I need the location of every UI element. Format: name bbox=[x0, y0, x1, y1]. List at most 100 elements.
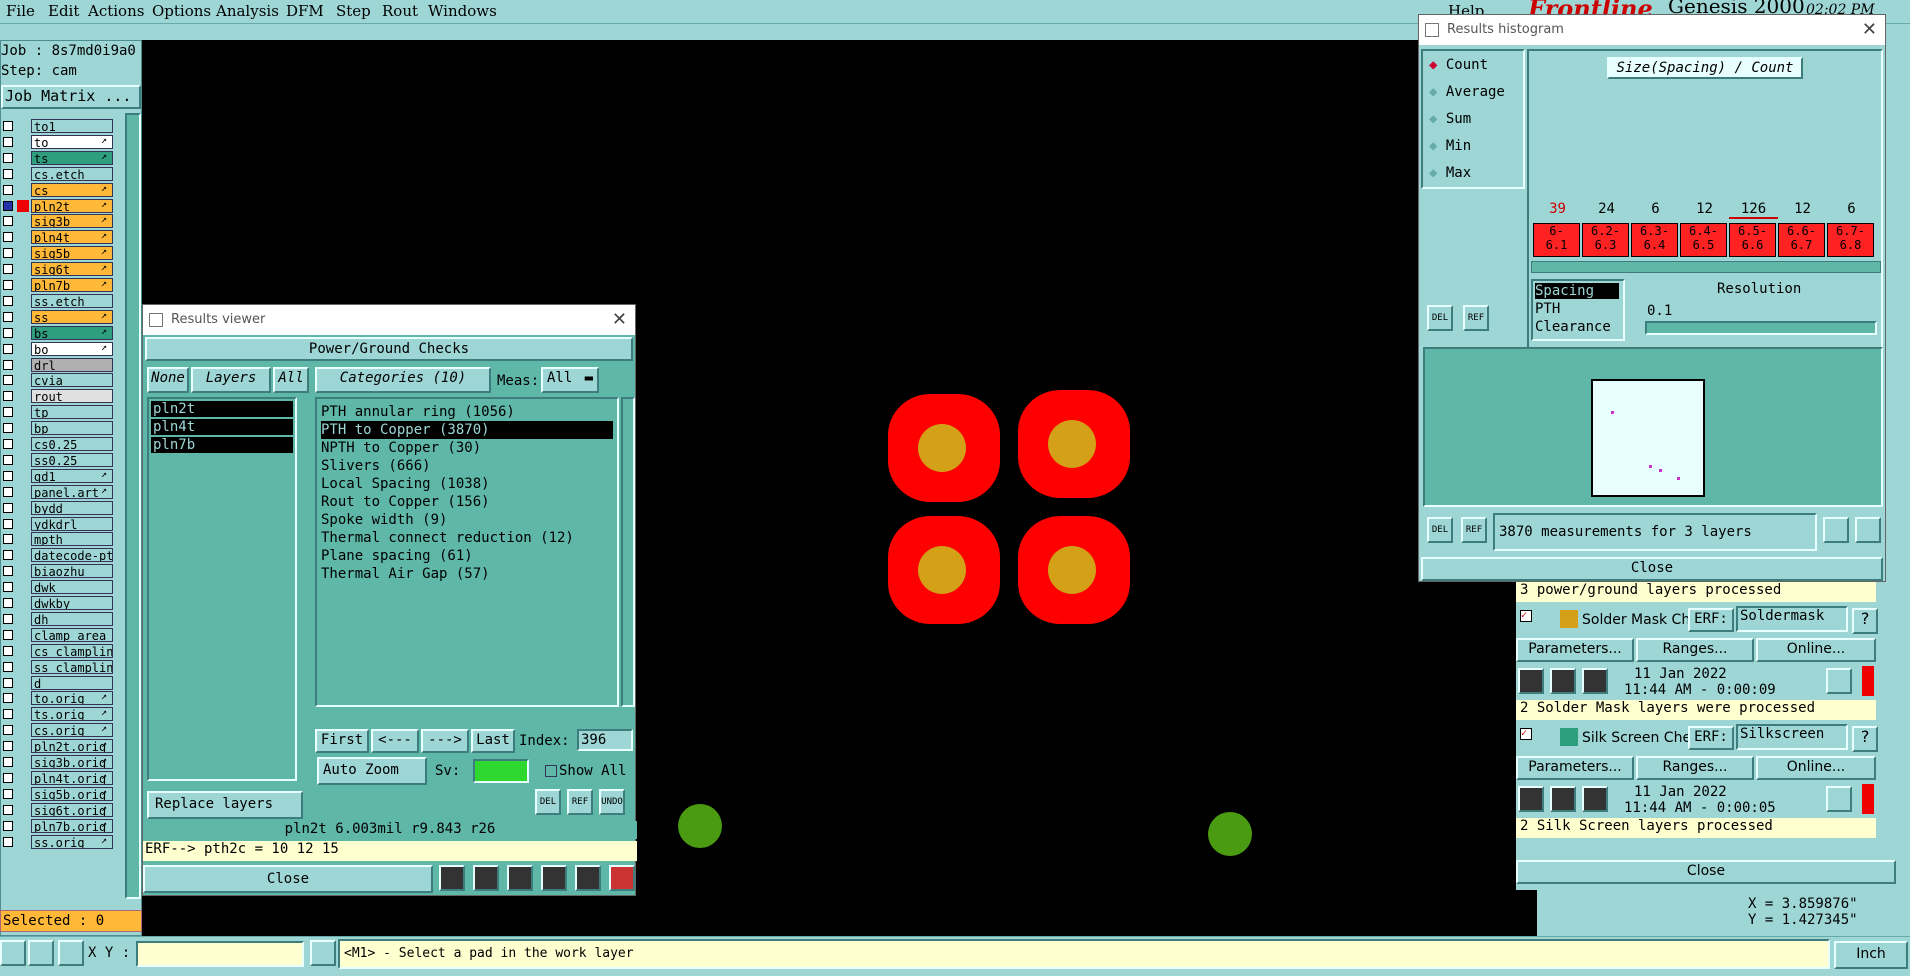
layer-checkbox[interactable] bbox=[3, 439, 13, 449]
menu-file[interactable]: File bbox=[6, 2, 35, 20]
layer-row[interactable]: rout bbox=[1, 389, 121, 404]
category-item[interactable]: Slivers (666) bbox=[321, 457, 431, 475]
prev-button[interactable]: <--- bbox=[371, 729, 419, 753]
category-item[interactable]: PTH to Copper (3870) bbox=[321, 421, 613, 439]
menu-dfm[interactable]: DFM bbox=[286, 2, 324, 20]
layer-checkbox[interactable] bbox=[3, 391, 13, 402]
layer-row[interactable]: cs.etch bbox=[1, 166, 121, 181]
solder-erf-button[interactable]: ERF: bbox=[1688, 608, 1734, 632]
layer-row[interactable]: sig3b.orig ↗ bbox=[1, 755, 121, 769]
layer-row[interactable]: cs ↗ bbox=[1, 182, 121, 197]
layer-row[interactable]: to ↗ bbox=[1, 134, 121, 149]
layer-row[interactable]: ss ↗ bbox=[1, 309, 121, 324]
run-icon[interactable] bbox=[1582, 786, 1608, 812]
layer-checkbox[interactable] bbox=[3, 629, 13, 640]
run-icon[interactable] bbox=[1582, 668, 1608, 694]
histogram-bin[interactable]: 6.6- 6.7 bbox=[1778, 223, 1825, 257]
layer-checkbox[interactable] bbox=[3, 661, 13, 672]
mode-radio[interactable]: ◆ Average bbox=[1429, 84, 1505, 100]
layer-checkbox[interactable] bbox=[3, 216, 13, 227]
category-item[interactable]: PTH annular ring (1056) bbox=[321, 403, 515, 421]
category-item[interactable]: Spoke width (9) bbox=[321, 511, 447, 529]
close-icon[interactable]: ✕ bbox=[1862, 15, 1877, 45]
layer-checkbox[interactable] bbox=[3, 327, 13, 338]
layer-checkbox[interactable] bbox=[3, 136, 13, 147]
ref-icon[interactable]: REF bbox=[1463, 305, 1489, 331]
layer-checkbox[interactable] bbox=[3, 502, 13, 513]
measure-type-item[interactable]: Clearance bbox=[1535, 319, 1611, 335]
mode-radio[interactable]: ◆ Max bbox=[1429, 165, 1471, 181]
layer-row[interactable]: sig3b ↗ bbox=[1, 214, 121, 229]
layer-row[interactable]: pln4t ↗ bbox=[1, 230, 121, 245]
histogram-bin[interactable]: 6- 6.1 bbox=[1533, 223, 1580, 257]
ref-icon[interactable]: REF bbox=[567, 789, 593, 815]
layer-row[interactable]: cs0.25 bbox=[1, 437, 121, 451]
layer-checkbox[interactable] bbox=[3, 343, 13, 354]
layer-name[interactable]: cs_clampline bbox=[31, 643, 113, 658]
layer-row[interactable]: panel.art ↗ bbox=[1, 484, 121, 499]
mode-radio[interactable]: ◆ Sum bbox=[1429, 111, 1471, 127]
layer-row[interactable]: dwk bbox=[1, 580, 121, 595]
result-layer-item[interactable]: pln2t bbox=[151, 401, 293, 417]
layer-row[interactable]: ss.orig ↗ bbox=[1, 834, 121, 849]
histogram-bin[interactable]: 6.7- 6.8 bbox=[1827, 223, 1874, 257]
layer-checkbox[interactable] bbox=[3, 534, 13, 545]
silk-ranges-button[interactable]: Ranges... bbox=[1636, 756, 1754, 780]
category-item[interactable]: Local Spacing (1038) bbox=[321, 475, 490, 493]
layer-checkbox[interactable] bbox=[3, 820, 13, 831]
categories-button[interactable]: Categories (10) bbox=[315, 367, 491, 393]
layer-name[interactable]: datecode-pte bbox=[31, 548, 113, 563]
layer-checkbox[interactable] bbox=[3, 804, 13, 815]
layer-name[interactable]: mpth bbox=[31, 532, 113, 547]
layer-checkbox[interactable] bbox=[3, 566, 13, 577]
histogram-bin[interactable]: 6.2- 6.3 bbox=[1582, 223, 1629, 257]
category-item[interactable]: NPTH to Copper (30) bbox=[321, 439, 481, 457]
layer-checkbox[interactable] bbox=[3, 470, 13, 481]
layer-row[interactable]: d bbox=[1, 675, 121, 690]
layer-row[interactable]: ss0.25 bbox=[1, 452, 121, 467]
layer-row[interactable]: ydkdrl bbox=[1, 516, 121, 531]
menu-options[interactable]: Options bbox=[152, 2, 211, 20]
histogram-close-button[interactable]: Close bbox=[1421, 557, 1883, 581]
layer-row[interactable]: ss_clampline bbox=[1, 659, 121, 674]
mode-radio[interactable]: ◆ Min bbox=[1429, 138, 1471, 154]
silk-online-button[interactable]: Online... bbox=[1756, 756, 1876, 780]
layer-checkbox[interactable] bbox=[3, 645, 13, 656]
run-icon[interactable] bbox=[1550, 786, 1576, 812]
layer-row[interactable]: mpth bbox=[1, 532, 121, 547]
layer-checkbox[interactable] bbox=[3, 709, 13, 720]
layer-checkbox[interactable] bbox=[3, 152, 13, 163]
layer-checkbox[interactable] bbox=[3, 264, 13, 275]
solder-parameters-button[interactable]: Parameters... bbox=[1516, 638, 1634, 662]
result-layer-item[interactable]: pln4t bbox=[151, 419, 293, 435]
del-icon[interactable]: DEL bbox=[1427, 305, 1453, 331]
layer-row[interactable]: sig6t ↗ bbox=[1, 262, 121, 277]
histogram-bin[interactable]: 6.3- 6.4 bbox=[1631, 223, 1678, 257]
layer-checkbox[interactable] bbox=[3, 200, 13, 211]
histogram-scrollbar[interactable] bbox=[1531, 261, 1881, 273]
layer-name[interactable]: cvia bbox=[31, 373, 113, 388]
layer-name[interactable]: dh bbox=[31, 611, 113, 626]
layer-row[interactable]: pln2t.orig ↗ bbox=[1, 739, 121, 754]
close-icon[interactable]: ✕ bbox=[612, 305, 627, 335]
layer-row[interactable]: bydd bbox=[1, 500, 121, 515]
layer-name[interactable]: cs0.25 bbox=[31, 437, 113, 451]
layer-row[interactable]: dwkby bbox=[1, 596, 121, 610]
results-viewer-close-button[interactable]: Close bbox=[143, 865, 433, 893]
silk-help-button[interactable]: ? bbox=[1852, 726, 1878, 752]
layer-checkbox[interactable] bbox=[3, 375, 13, 386]
layer-name[interactable]: clamp_area bbox=[31, 627, 113, 642]
menu-windows[interactable]: Windows bbox=[428, 2, 497, 20]
solder-check-checkbox[interactable]: ✓ bbox=[1520, 610, 1532, 622]
silk-erf-button[interactable]: ERF: bbox=[1688, 726, 1734, 750]
tool-icon[interactable] bbox=[575, 865, 601, 891]
layer-name[interactable]: cs.etch bbox=[31, 166, 113, 181]
category-item[interactable]: Thermal connect reduction (12) bbox=[321, 529, 574, 547]
layer-row[interactable]: to1 bbox=[1, 119, 121, 133]
menu-rout[interactable]: Rout bbox=[382, 2, 418, 20]
histogram-bin[interactable]: 6.5- 6.6 bbox=[1729, 223, 1776, 257]
result-layer-item[interactable]: pln7b bbox=[151, 437, 293, 453]
result-layers-list[interactable]: pln2t pln4t pln7b bbox=[147, 397, 297, 781]
snap-icon[interactable] bbox=[28, 940, 54, 966]
layer-name[interactable]: ydkdrl bbox=[31, 516, 113, 531]
